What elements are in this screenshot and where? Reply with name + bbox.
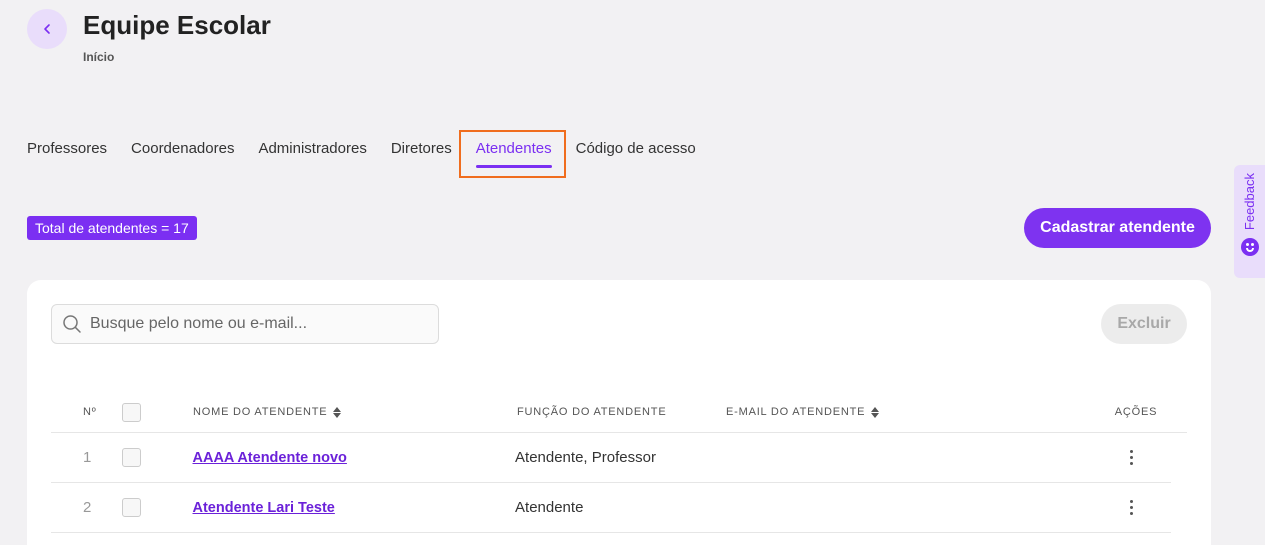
attendant-name-link[interactable]: AAAA Atendente novo [193,450,347,466]
search-box[interactable] [51,304,439,344]
tab-administradores[interactable]: Administradores [258,130,366,178]
row-checkbox[interactable] [121,498,141,517]
table-row: 1 AAAA Atendente novo Atendente, Profess… [51,433,1171,483]
table-header: Nº NOME DO ATENDENTE FUNÇÃO DO ATENDENTE… [51,392,1187,433]
row-number: 2 [83,499,92,516]
row-checkbox[interactable] [121,448,141,467]
tab-atendentes[interactable]: Atendentes [458,130,566,178]
attendant-role: Atendente [515,499,584,516]
page-title: Equipe Escolar [83,10,271,40]
search-icon [63,315,81,333]
feedback-label: Feedback [1242,173,1257,231]
select-all-checkbox[interactable] [122,402,141,422]
smiley-icon [1240,238,1259,257]
table-row: 2 Atendente Lari Teste Atendente [51,483,1171,533]
attendant-name-link[interactable]: Atendente Lari Teste [193,500,335,516]
header-email-label: E-MAIL DO ATENDENTE [726,406,866,418]
attendant-role: Atendente, Professor [515,449,656,466]
search-input[interactable] [90,315,420,333]
tab-diretores[interactable]: Diretores [391,130,452,178]
total-count-badge: Total de atendentes = 17 [27,216,197,240]
register-attendant-button[interactable]: Cadastrar atendente [1024,208,1211,248]
feedback-tab[interactable]: Feedback [1234,165,1265,278]
header-name[interactable]: NOME DO ATENDENTE [193,406,517,418]
delete-button[interactable]: Excluir [1101,304,1187,344]
tab-bar: Professores Coordenadores Administradore… [27,130,696,180]
tab-codigo-de-acesso[interactable]: Código de acesso [576,130,696,178]
attendants-table: Nº NOME DO ATENDENTE FUNÇÃO DO ATENDENTE… [51,392,1187,533]
row-number: 1 [83,449,92,466]
header-num: Nº [83,406,97,418]
sort-icon[interactable] [871,406,880,418]
attendants-card: Excluir Nº NOME DO ATENDENTE FUNÇÃO DO A… [27,280,1211,545]
back-button[interactable] [27,9,67,49]
tab-coordenadores[interactable]: Coordenadores [131,130,234,178]
chevron-left-icon [44,24,50,34]
more-actions-icon[interactable] [1124,496,1139,519]
header-email[interactable]: E-MAIL DO ATENDENTE [726,406,1096,418]
more-actions-icon[interactable] [1124,446,1139,469]
breadcrumb[interactable]: Início [83,50,114,64]
sort-icon[interactable] [333,406,342,418]
header-role: FUNÇÃO DO ATENDENTE [517,406,667,418]
tab-professores[interactable]: Professores [27,130,107,178]
header-name-label: NOME DO ATENDENTE [193,406,328,418]
header-actions: AÇÕES [1114,406,1158,418]
